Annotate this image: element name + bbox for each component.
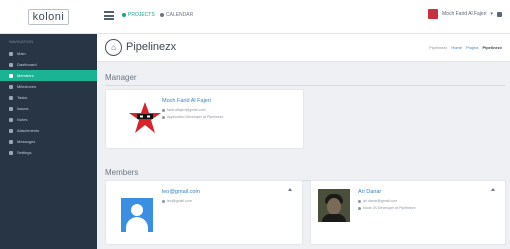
caret-up-icon[interactable] (288, 188, 292, 191)
calendar-icon (160, 13, 164, 17)
breadcrumb: Pipelinezx Home Project Pipelinezx (429, 45, 502, 50)
sidebar-item-label: Milestones (17, 84, 37, 89)
manager-role: Application Developer at Pipelinezx (162, 115, 223, 119)
page-header: ⌂ Pipelinezx Pipelinezx Home Project Pip… (97, 34, 510, 62)
user-menu[interactable]: Moch Farid Al Fajeri ▾ (428, 9, 502, 19)
bug-icon (9, 106, 13, 111)
user-name: Moch Farid Al Fajeri (442, 11, 487, 17)
projects-icon (122, 13, 126, 17)
sidebar-item-label: Messages (17, 139, 36, 144)
sidebar-item-tasks[interactable]: Tasks (0, 92, 97, 103)
sidebar-item-label: Notes (17, 117, 28, 122)
brand-name: koloni (27, 9, 70, 25)
breadcrumb-project: Pipelinezx (429, 45, 448, 50)
tab-projects-label: PROJECTS (128, 12, 155, 18)
page-title: Pipelinezx (126, 41, 177, 53)
ninja-avatar (129, 102, 161, 133)
member-role: Node JS Developer at Pipelinezx (358, 206, 416, 210)
tasks-icon (9, 95, 13, 100)
manager-email-text: farid.alfajeri@gmail.com (167, 108, 206, 112)
sidebar-item-label: Dashboard (17, 62, 37, 67)
flag-icon (9, 84, 13, 89)
sidebar-item-main[interactable]: Main (0, 48, 97, 59)
members-section-title: Members (105, 168, 139, 177)
sidebar-item-messages[interactable]: Messages (0, 136, 97, 147)
member-email: ari.danar@gmail.com (358, 199, 397, 203)
tab-calendar-label: CALENDAR (166, 12, 194, 18)
main-content: ⌂ Pipelinezx Pipelinezx Home Project Pip… (97, 34, 510, 249)
manager-role-text: Application Developer at Pipelinezx (167, 115, 224, 119)
briefcase-icon (162, 115, 165, 119)
sidebar-item-label: Tasks (17, 95, 28, 100)
member-email-text: ari.danar@gmail.com (363, 199, 398, 203)
member-name[interactable]: Ari Danar (358, 189, 381, 195)
tab-calendar[interactable]: CALENDAR (160, 12, 193, 18)
sidebar-item-dashboard[interactable]: Dashboard (0, 59, 97, 70)
paperclip-icon (9, 128, 13, 133)
sidebar-item-label: Members (17, 73, 34, 78)
manager-name[interactable]: Moch Farid Al Fajeri (162, 98, 211, 104)
users-icon (9, 73, 13, 78)
message-icon (9, 139, 13, 144)
breadcrumb-home[interactable]: Home (451, 45, 462, 50)
member-role-text: Node JS Developer at Pipelinezx (363, 206, 416, 210)
sidebar-item-members[interactable]: Members (0, 70, 97, 81)
email-icon (162, 199, 165, 203)
gear-icon (9, 150, 13, 155)
briefcase-icon (358, 206, 361, 210)
default-avatar (121, 198, 153, 232)
top-bar: koloni PROJECTS CALENDAR Moch Farid Al F… (0, 0, 510, 34)
caret-up-icon[interactable] (491, 188, 495, 191)
brand-logo[interactable]: koloni (0, 0, 97, 34)
email-icon (358, 199, 361, 203)
sidebar-item-settings[interactable]: Settings (0, 147, 97, 158)
settings-icon[interactable] (497, 11, 502, 17)
sidebar-item-label: Issues (17, 106, 29, 111)
manager-email: farid.alfajeri@gmail.com (162, 108, 206, 112)
divider (105, 85, 505, 86)
sidebar: NAVIGATION Main Dashboard Members Milest… (0, 34, 97, 249)
sidebar-item-issues[interactable]: Issues (0, 103, 97, 114)
tab-projects[interactable]: PROJECTS (122, 12, 155, 18)
breadcrumb-projects[interactable]: Project (466, 45, 478, 50)
user-avatar (428, 9, 439, 19)
manager-section-title: Manager (105, 73, 137, 82)
member-photo (318, 189, 350, 222)
member-email: leo@gmail.com (162, 199, 192, 203)
home-icon (9, 51, 13, 56)
breadcrumb-current: Pipelinezx (482, 45, 502, 50)
sidebar-item-label: Attachments (17, 128, 40, 133)
member-name[interactable]: leo@gmail.com (162, 189, 200, 195)
manager-card: Moch Farid Al Fajeri farid.alfajeri@gmai… (105, 89, 304, 149)
sidebar-item-attachments[interactable]: Attachments (0, 125, 97, 136)
member-card: leo@gmail.com leo@gmail.com (105, 180, 303, 245)
member-email-text: leo@gmail.com (167, 199, 192, 203)
member-card: Ari Danar ari.danar@gmail.com Node JS De… (310, 180, 506, 245)
chevron-down-icon: ▾ (490, 11, 493, 17)
sidebar-item-label: Main (17, 51, 26, 56)
sidebar-item-label: Settings (17, 150, 32, 155)
dashboard-icon (9, 62, 13, 67)
sidebar-item-milestones[interactable]: Milestones (0, 81, 97, 92)
email-icon (162, 108, 165, 112)
menu-icon[interactable] (104, 11, 114, 20)
project-icon: ⌂ (105, 39, 122, 56)
note-icon (9, 117, 13, 122)
sidebar-item-notes[interactable]: Notes (0, 114, 97, 125)
sidebar-header: NAVIGATION (9, 39, 34, 44)
